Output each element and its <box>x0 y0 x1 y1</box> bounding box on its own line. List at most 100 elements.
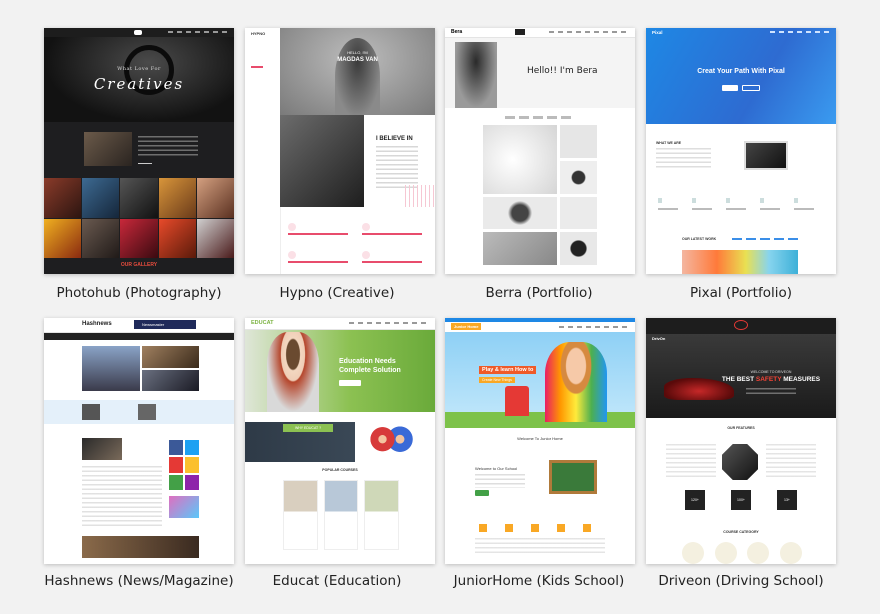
caption-photohub: Photohub (Photography) <box>56 285 222 301</box>
photohub-signature <box>138 159 152 164</box>
pixal-primary-button[interactable] <box>722 85 738 91</box>
juniorhome-school-heading: Welcome to Our School <box>475 466 518 471</box>
hypno-hello: HELLO, I'M <box>347 50 368 55</box>
educat-course-cards[interactable] <box>283 480 399 550</box>
educat-hero: Education Needs Complete Solution <box>245 330 435 412</box>
pixal-features-icons <box>658 198 828 203</box>
caption-hypno: Hypno (Creative) <box>279 285 395 301</box>
hypno-decoration <box>405 185 435 207</box>
educat-logo: EDUCAT <box>251 320 274 326</box>
pixal-hero: Pixal Creat Your Path With Pixal <box>646 28 836 124</box>
hashnews-thumbnail[interactable]: Hashnews Newsmaster <box>44 318 234 564</box>
pixal-latest-work: OUR LATEST WORK <box>682 237 717 241</box>
hypno-logo: HYPNO <box>251 31 266 36</box>
pixal-device-image <box>744 141 788 170</box>
hypno-menu-accent <box>251 66 263 68</box>
photohub-gallery-grid <box>44 178 234 258</box>
pixal-work-filters[interactable] <box>732 238 802 240</box>
hashnews-menu-bar[interactable] <box>44 333 234 340</box>
berra-hero: Hello!! I'm Bera <box>445 38 635 108</box>
juniorhome-logo: Junior Home <box>451 323 482 330</box>
hypno-hero-portrait: HELLO, I'M MAGDAS VAN <box>280 28 435 115</box>
driveon-logo-icon <box>734 320 748 330</box>
juniorhome-girl-image <box>545 342 607 422</box>
caption-educat: Educat (Education) <box>272 573 402 589</box>
photohub-photographer-image <box>84 132 132 166</box>
hashnews-featured-grid <box>82 346 199 391</box>
hypno-quote-text <box>376 146 418 188</box>
driveon-logo: DrivOn <box>652 336 666 341</box>
juniorhome-chalkboard-image <box>549 460 597 494</box>
juniorhome-feature-text <box>475 538 605 554</box>
photohub-nav <box>44 28 234 37</box>
educat-popular-heading: POPULAR COURSES <box>322 468 358 472</box>
driveon-category-circles[interactable] <box>682 542 802 564</box>
driveon-features-right <box>766 444 816 480</box>
berra-filter-tabs[interactable] <box>505 116 575 119</box>
berra-logo: Bera <box>451 29 463 35</box>
hashnews-header: Hashnews Newsmaster <box>44 318 234 333</box>
juniorhome-more-button[interactable] <box>475 490 489 496</box>
driveon-hero-kicker: WELCOME TO DRIVEON <box>750 370 792 374</box>
driveon-stat-1: 120+ <box>685 490 705 510</box>
caption-berra: Berra (Portfolio) <box>485 285 593 301</box>
educat-hero-button[interactable] <box>339 380 361 386</box>
educat-thumbnail[interactable]: EDUCAT Education Needs Complete Solution… <box>245 318 435 564</box>
photohub-hero-bicycle-image: What Love For Creatives <box>44 37 234 122</box>
photohub-hero-title: Creatives <box>93 75 185 93</box>
pixal-features-labels <box>658 208 828 210</box>
berra-thumbnail[interactable]: Bera Hello!! I'm Bera <box>445 28 635 274</box>
pixal-about-text <box>656 148 711 168</box>
driveon-stat-3: 13+ <box>777 490 797 510</box>
photohub-thumbnail[interactable]: What Love For Creatives OUR GALLERY <box>44 28 234 274</box>
berra-hero-title: Hello!! I'm Bera <box>527 66 598 76</box>
juniorhome-feature-icons <box>479 524 609 532</box>
photohub-logo-icon <box>134 30 142 35</box>
berra-active-menu[interactable] <box>515 29 525 35</box>
juniorhome-school-text <box>475 474 525 488</box>
pixal-logo: Pixal <box>652 30 663 35</box>
pixal-what-we-are: WHAT WE ARE <box>656 141 682 145</box>
pixal-hero-title: Creat Your Path With Pixal <box>697 68 785 75</box>
driveon-thumbnail[interactable]: DrivOn WELCOME TO DRIVEON THE BEST SAFET… <box>646 318 836 564</box>
hypno-skills <box>280 215 435 274</box>
photohub-hero-kicker: What Love For <box>117 66 161 72</box>
educat-why-label: WHY EDUCAT ? <box>283 424 333 432</box>
hypno-thumbnail[interactable]: HYPNO HELLO, I'M MAGDAS VAN I BELIEVE IN <box>245 28 435 274</box>
driveon-features-heading: OUR FEATURES <box>727 426 755 430</box>
juniorhome-nav: Junior Home <box>445 322 635 332</box>
educat-kids-image <box>365 424 415 462</box>
hashnews-banner-strip <box>44 400 234 424</box>
hashnews-ad-banner[interactable]: Newsmaster <box>134 320 196 329</box>
driveon-stat-2: 100+ <box>731 490 751 510</box>
hypno-believe-heading: I BELIEVE IN <box>376 136 413 142</box>
driveon-category-heading: COURSE CATEGORY <box>723 530 759 534</box>
hashnews-category-tiles[interactable] <box>169 440 199 490</box>
hypno-hoodie-image <box>280 115 364 207</box>
juniorhome-thumbnail[interactable]: Junior Home Play & learn How to Create N… <box>445 318 635 564</box>
educat-why-section: WHY EDUCAT ? <box>245 422 435 462</box>
caption-pixal: Pixal (Portfolio) <box>690 285 792 301</box>
driveon-header <box>646 318 836 334</box>
driveon-stats: 120+ 100+ 13+ <box>646 490 836 512</box>
driveon-features-left <box>666 444 716 480</box>
pixal-secondary-button[interactable] <box>742 85 760 91</box>
berra-portrait-image <box>455 42 497 108</box>
juniorhome-house-icon <box>505 386 529 416</box>
educat-hero-line2: Complete Solution <box>339 367 401 374</box>
driveon-hero-text <box>746 388 796 394</box>
driveon-hero: DrivOn WELCOME TO DRIVEON THE BEST SAFET… <box>646 334 836 418</box>
photohub-about-text <box>138 136 198 156</box>
pixal-thumbnail[interactable]: Pixal Creat Your Path With Pixal WHAT WE… <box>646 28 836 274</box>
juniorhome-hero: Play & learn How to Create New Things <box>445 332 635 428</box>
driveon-hero-title: THE BEST SAFETY MEASURES <box>721 376 821 383</box>
educat-hero-line1: Education Needs <box>339 358 396 365</box>
educat-nav: EDUCAT <box>245 318 435 330</box>
caption-juniorhome: JuniorHome (Kids School) <box>453 573 625 589</box>
juniorhome-hero-line2: Create New Things <box>479 377 515 383</box>
pixal-work-images <box>682 250 798 274</box>
juniorhome-welcome-heading: Welcome To Junior Home <box>517 436 563 441</box>
berra-portfolio-grid <box>483 125 597 265</box>
hypno-sidebar: HYPNO <box>245 28 281 274</box>
berra-nav: Bera <box>445 28 635 38</box>
